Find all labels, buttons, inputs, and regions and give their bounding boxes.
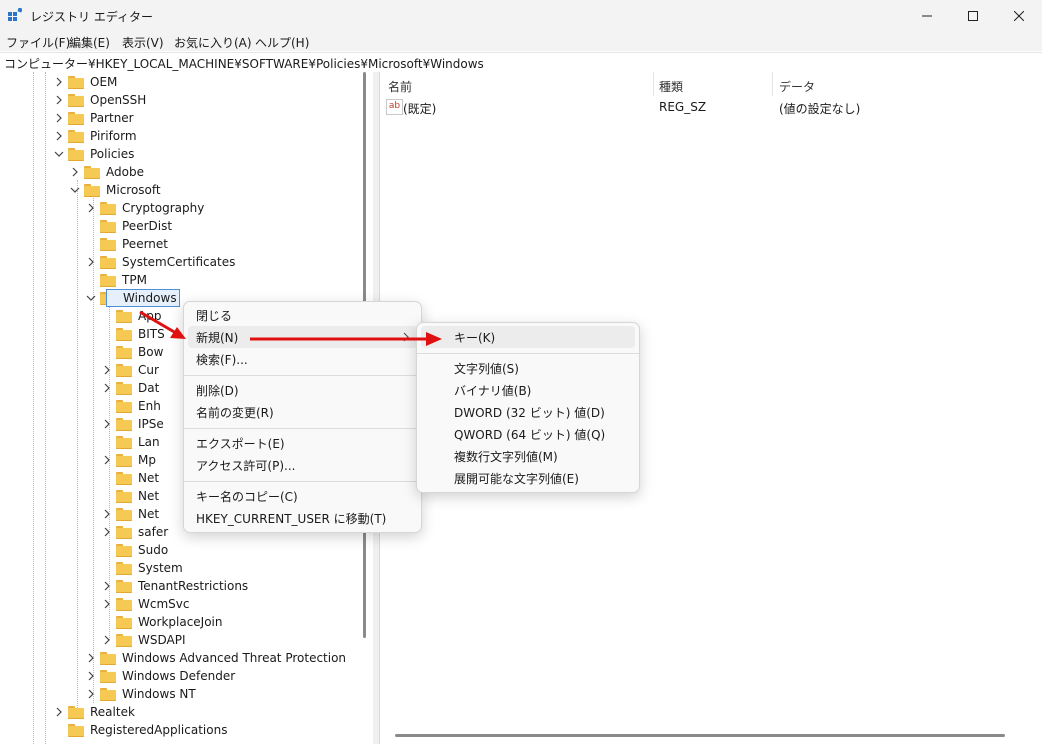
annotation-arrow-icon: [250, 332, 442, 346]
annotation-overlay: [139, 310, 442, 346]
annotation-arrow-icon: [139, 310, 186, 339]
